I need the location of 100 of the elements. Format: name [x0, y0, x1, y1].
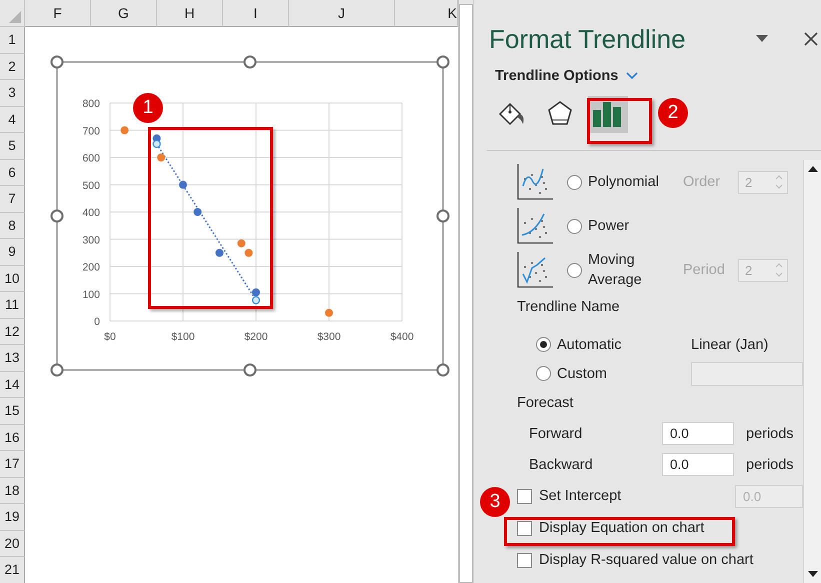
option-label: Polynomial — [588, 173, 660, 192]
axis-label: 700 — [82, 125, 100, 138]
row-header[interactable]: 2 — [0, 54, 25, 80]
row-header[interactable]: 20 — [0, 530, 25, 557]
resize-handle[interactable] — [50, 210, 64, 222]
data-point — [237, 239, 246, 248]
scrollbar[interactable] — [803, 160, 821, 583]
axis-label: $400 — [390, 331, 414, 343]
radio-button[interactable] — [536, 366, 551, 381]
chevron-down-icon[interactable] — [626, 72, 638, 80]
axis-label: 800 — [82, 98, 100, 110]
triangle-icon — [9, 11, 21, 23]
radio-button[interactable] — [536, 337, 551, 352]
axis-label: 400 — [82, 207, 100, 219]
axis-label: $0 — [104, 331, 116, 343]
row-header[interactable]: 9 — [0, 239, 25, 266]
row-header[interactable]: 1 — [0, 27, 25, 54]
row-header[interactable]: 5 — [0, 133, 25, 160]
row-header[interactable]: 3 — [0, 80, 25, 106]
axis-label: $100 — [171, 331, 195, 343]
row-header[interactable]: 14 — [0, 372, 25, 398]
dropdown-icon[interactable] — [756, 35, 768, 43]
row-header[interactable]: 17 — [0, 451, 25, 478]
row-header[interactable]: 11 — [0, 292, 25, 318]
section-title: Trendline Options — [495, 68, 618, 84]
checkbox[interactable] — [517, 488, 532, 504]
resize-handle[interactable] — [244, 364, 256, 376]
data-point — [244, 248, 253, 257]
radio-button[interactable] — [567, 174, 582, 190]
field-label: Backward — [529, 456, 594, 472]
resize-handle[interactable] — [436, 210, 450, 222]
parameter-label: Order — [683, 174, 722, 190]
resize-handle[interactable] — [50, 364, 64, 376]
axis-label: 100 — [82, 288, 100, 301]
section-heading: Trendline Name — [517, 298, 621, 317]
axis-label: 200 — [82, 262, 100, 274]
column-header[interactable]: H — [157, 0, 223, 27]
axis-label: 600 — [82, 152, 100, 164]
resize-handle[interactable] — [50, 56, 64, 68]
pentagon-icon — [547, 100, 573, 128]
custom-name-field[interactable] — [691, 362, 803, 386]
option-label: Automatic — [557, 336, 622, 352]
unit-label: periods — [746, 456, 794, 472]
option-label: Custom — [557, 366, 608, 382]
trendline-type-icon — [517, 208, 553, 244]
row-header[interactable]: 18 — [0, 478, 25, 504]
column-header[interactable]: J — [289, 0, 395, 27]
axis-label: 500 — [82, 180, 100, 192]
trendline-type-icon — [517, 252, 553, 288]
unit-label: periods — [746, 426, 794, 442]
row-header[interactable]: 19 — [0, 504, 25, 530]
column-header[interactable]: I — [223, 0, 289, 27]
axis-label: $300 — [317, 331, 341, 343]
checkbox-label: Display Equation on chart — [539, 520, 704, 536]
resize-handle[interactable] — [244, 56, 256, 68]
resize-handle[interactable] — [436, 364, 450, 376]
field-label: Forward — [529, 426, 584, 442]
row-header[interactable]: 15 — [0, 398, 25, 424]
data-point — [179, 180, 187, 189]
data-point — [157, 154, 166, 162]
checkbox[interactable] — [517, 552, 532, 568]
option-label: Moving Average — [588, 251, 643, 290]
radio-button[interactable] — [567, 262, 582, 278]
axis-label: 0 — [94, 316, 100, 328]
row-header[interactable]: 8 — [0, 212, 25, 239]
data-point — [120, 126, 129, 134]
pane-title: Format Trendline — [489, 24, 687, 54]
section-heading: Forecast — [517, 394, 574, 413]
row-header[interactable]: 4 — [0, 106, 25, 133]
checkbox[interactable] — [517, 520, 532, 536]
radio-button[interactable] — [567, 218, 582, 234]
row-header[interactable]: 12 — [0, 318, 25, 345]
parameter-label: Period — [683, 262, 726, 278]
trendline-handle[interactable] — [252, 296, 260, 304]
data-point — [216, 248, 224, 257]
trendline-name-value: Linear (Jan) — [691, 336, 768, 352]
bar-chart-icon — [592, 100, 624, 128]
row-header[interactable]: 10 — [0, 266, 25, 292]
checkbox-label: Display R-squared value on chart — [539, 552, 754, 568]
row-header[interactable]: 7 — [0, 186, 25, 212]
row-header[interactable]: 13 — [0, 345, 25, 372]
option-label: Power — [588, 217, 630, 236]
row-header[interactable]: 21 — [0, 557, 25, 583]
trendline-type-icon — [517, 164, 553, 200]
data-point — [252, 288, 260, 296]
axis-label: $200 — [244, 331, 268, 343]
checkbox-label: Set Intercept — [539, 488, 622, 504]
column-header[interactable]: F — [25, 0, 91, 27]
column-header[interactable]: G — [91, 0, 157, 27]
data-point — [325, 308, 333, 317]
axis-label: 300 — [82, 234, 100, 246]
row-header[interactable]: 16 — [0, 424, 25, 451]
trendline-handle[interactable] — [152, 140, 161, 148]
close-icon[interactable] — [804, 32, 818, 46]
column-header[interactable]: K — [395, 0, 458, 27]
input-field[interactable]: 0.0 — [662, 422, 734, 445]
input-field[interactable]: 0.0 — [662, 453, 734, 476]
row-header[interactable]: 6 — [0, 160, 25, 186]
resize-handle[interactable] — [436, 56, 450, 68]
highlight-frame — [587, 98, 652, 144]
